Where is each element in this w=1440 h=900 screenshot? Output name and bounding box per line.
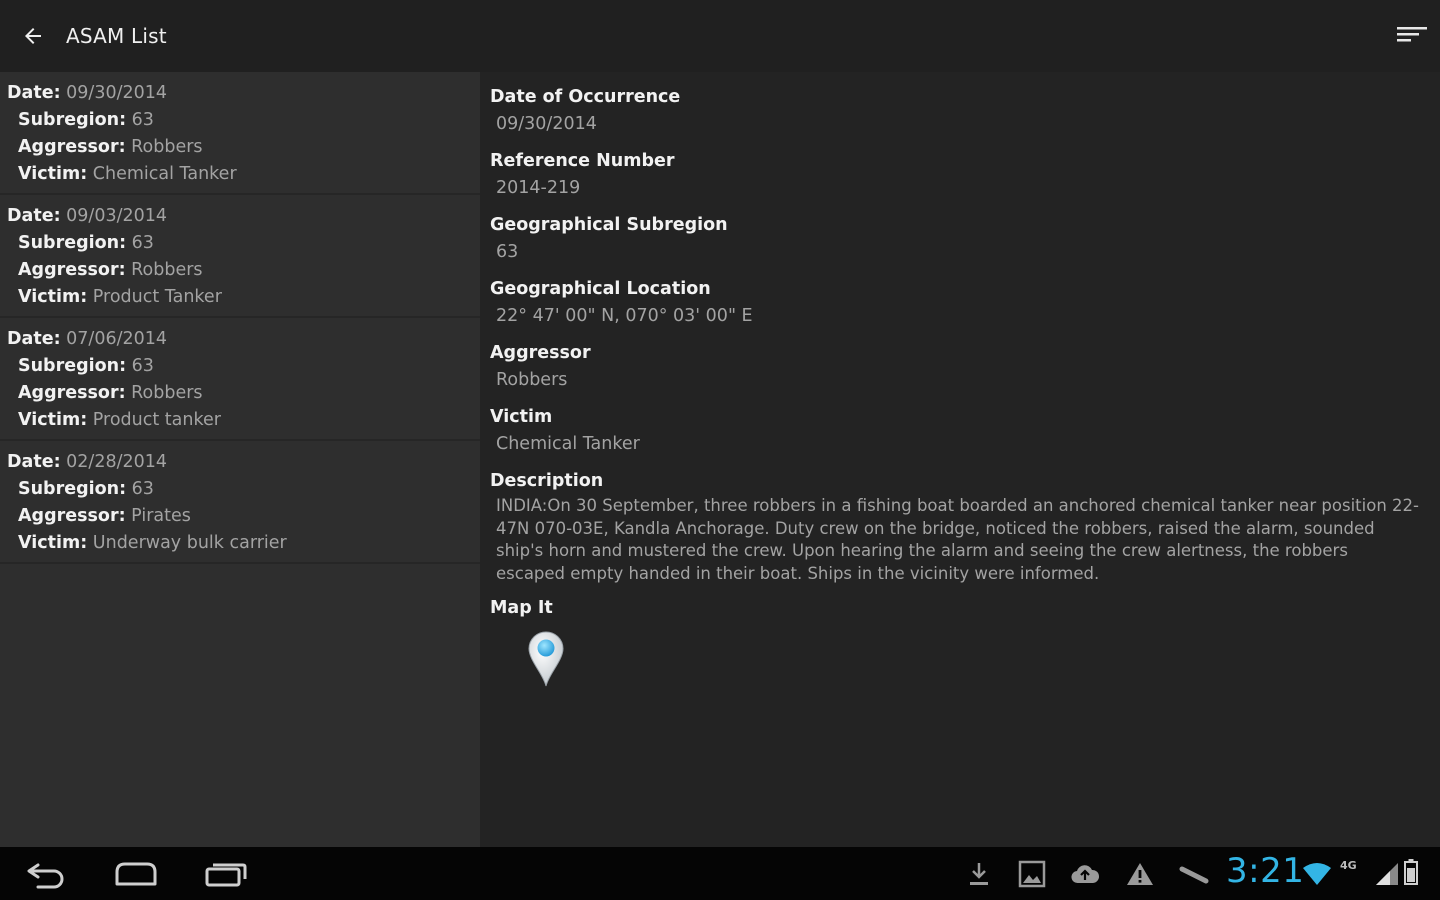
victim-value: Product tanker	[92, 410, 221, 430]
aggressor-value: Robbers	[131, 137, 203, 157]
victim-label: Victim:	[18, 287, 88, 307]
description-text: INDIA:On 30 September, three robbers in …	[496, 496, 1419, 583]
image-icon	[1017, 859, 1047, 889]
clock: 3:21	[1226, 851, 1305, 891]
field-map-it: Map It	[490, 595, 1440, 688]
victim-value: Chemical Tanker	[92, 164, 237, 184]
aggressor-value: Robbers	[131, 383, 203, 403]
field-value: 09/30/2014	[496, 114, 597, 134]
field-label: Geographical Location	[490, 279, 711, 299]
aggressor-label: Aggressor:	[18, 383, 126, 403]
download-icon	[964, 859, 994, 889]
nav-back-icon	[27, 863, 64, 889]
warning-icon	[1125, 859, 1155, 889]
field-label: Aggressor	[490, 343, 591, 363]
list-item[interactable]: Date: 09/03/2014 Subregion: 63 Aggressor…	[0, 195, 480, 318]
aggressor-value: Robbers	[131, 260, 203, 280]
field-description: Description INDIA:On 30 September, three…	[490, 468, 1440, 585]
date-label: Date:	[7, 452, 61, 472]
victim-label: Victim:	[18, 533, 88, 553]
sort-icon	[1397, 27, 1427, 42]
field-value: Chemical Tanker	[496, 434, 640, 454]
field-value: Robbers	[496, 370, 568, 390]
map-it-label: Map It	[490, 598, 553, 618]
date-value: 09/03/2014	[66, 206, 168, 226]
field-geographical-subregion: Geographical Subregion 63	[490, 212, 1440, 266]
date-value: 02/28/2014	[66, 452, 168, 472]
nav-recents-icon	[205, 863, 247, 887]
subregion-label: Subregion:	[18, 110, 127, 130]
date-value: 07/06/2014	[66, 329, 168, 349]
system-nav-bar: 3:21 4G	[0, 847, 1440, 900]
back-button[interactable]	[0, 0, 66, 72]
wifi-icon	[1302, 859, 1332, 889]
description-label: Description	[490, 471, 604, 491]
field-value: 22° 47' 00" N, 070° 03' 00" E	[496, 306, 753, 326]
nav-back-button[interactable]	[16, 855, 76, 893]
victim-value: Underway bulk carrier	[92, 533, 287, 553]
subregion-label: Subregion:	[18, 233, 127, 253]
subregion-value: 63	[131, 233, 154, 253]
list-item[interactable]: Date: 07/06/2014 Subregion: 63 Aggressor…	[0, 318, 480, 441]
sort-button[interactable]	[1394, 18, 1430, 54]
map-it-button[interactable]	[526, 630, 566, 688]
subregion-value: 63	[131, 356, 154, 376]
asam-list: Date: 09/30/2014 Subregion: 63 Aggressor…	[0, 72, 480, 847]
network-type: 4G	[1340, 859, 1357, 872]
subregion-value: 63	[131, 479, 154, 499]
field-label: Geographical Subregion	[490, 215, 728, 235]
arrow-back-icon	[25, 28, 41, 44]
list-item[interactable]: Date: 09/30/2014 Subregion: 63 Aggressor…	[0, 72, 480, 195]
subregion-label: Subregion:	[18, 479, 127, 499]
field-victim: Victim Chemical Tanker	[490, 404, 1440, 458]
field-value: 2014-219	[496, 178, 581, 198]
subregion-value: 63	[131, 110, 154, 130]
victim-label: Victim:	[18, 410, 88, 430]
field-aggressor: Aggressor Robbers	[490, 340, 1440, 394]
date-label: Date:	[7, 329, 61, 349]
field-label: Date of Occurrence	[490, 87, 681, 107]
nav-recents-button[interactable]	[196, 855, 256, 893]
aggressor-label: Aggressor:	[18, 260, 126, 280]
field-date-of-occurrence: Date of Occurrence 09/30/2014	[490, 84, 1440, 138]
detail-pane: Date of Occurrence 09/30/2014 Reference …	[480, 72, 1440, 847]
date-value: 09/30/2014	[66, 83, 168, 103]
debug-icon	[1179, 859, 1209, 889]
field-geographical-location: Geographical Location 22° 47' 00" N, 070…	[490, 276, 1440, 330]
map-pin-icon	[528, 631, 564, 687]
nav-home-icon	[115, 862, 157, 886]
page-title: ASAM List	[66, 24, 167, 48]
aggressor-label: Aggressor:	[18, 137, 126, 157]
action-bar: ASAM List	[0, 0, 1440, 72]
battery-icon	[1400, 857, 1422, 887]
date-label: Date:	[7, 206, 61, 226]
subregion-label: Subregion:	[18, 356, 127, 376]
victim-label: Victim:	[18, 164, 88, 184]
victim-value: Product Tanker	[92, 287, 222, 307]
aggressor-label: Aggressor:	[18, 506, 126, 526]
field-reference-number: Reference Number 2014-219	[490, 148, 1440, 202]
field-value: 63	[496, 242, 519, 262]
date-label: Date:	[7, 83, 61, 103]
nav-home-button[interactable]	[106, 855, 166, 893]
field-label: Reference Number	[490, 151, 675, 171]
cloud-upload-icon	[1070, 859, 1100, 889]
field-label: Victim	[490, 407, 553, 427]
aggressor-value: Pirates	[131, 506, 191, 526]
signal-icon	[1372, 859, 1402, 889]
list-item[interactable]: Date: 02/28/2014 Subregion: 63 Aggressor…	[0, 441, 480, 564]
